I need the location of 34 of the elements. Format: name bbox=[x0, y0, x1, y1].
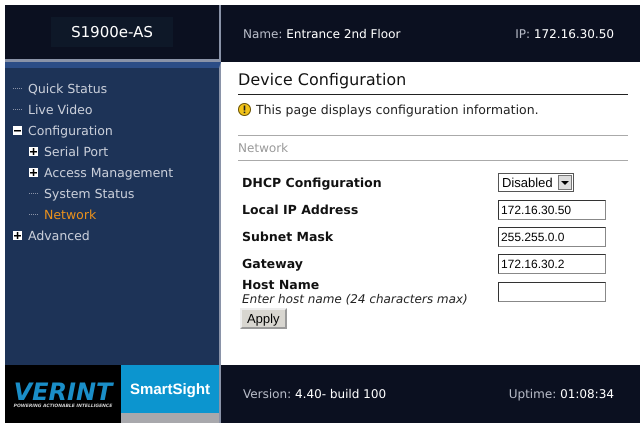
text-field[interactable]: 255.255.0.0 bbox=[498, 226, 606, 246]
info-text: This page displays configuration information. bbox=[256, 102, 539, 117]
nav-item[interactable]: Network bbox=[44, 207, 96, 222]
text-field[interactable] bbox=[498, 282, 606, 302]
nav-item[interactable]: System Status bbox=[44, 186, 134, 201]
text-field[interactable]: 172.16.30.50 bbox=[498, 200, 606, 220]
expand-icon[interactable] bbox=[13, 231, 22, 240]
device-name: S1900e-AS bbox=[51, 17, 173, 47]
expand-icon[interactable] bbox=[29, 168, 38, 177]
nav-item[interactable]: Serial Port bbox=[44, 144, 108, 159]
dropdown[interactable]: Disabled bbox=[498, 173, 574, 192]
device-name-info: Name: Entrance 2nd Floor bbox=[243, 26, 400, 40]
field-label: Gateway bbox=[242, 256, 303, 271]
collapse-icon[interactable] bbox=[13, 126, 22, 135]
text-field[interactable]: 172.16.30.2 bbox=[498, 254, 606, 274]
version-info: Version: 4.40- build 100 bbox=[243, 387, 386, 401]
nav-item[interactable]: Quick Status bbox=[28, 81, 108, 96]
field-label: Host Name bbox=[242, 277, 320, 292]
field-label: Local IP Address bbox=[242, 202, 358, 217]
uptime-info: Uptime: 01:08:34 bbox=[508, 387, 614, 401]
expand-icon[interactable] bbox=[29, 147, 38, 156]
section-header: Network bbox=[238, 135, 628, 161]
nav-item[interactable]: Configuration bbox=[28, 123, 113, 138]
page-title: Device Configuration bbox=[238, 70, 628, 95]
nav-item[interactable]: Live Video bbox=[28, 102, 93, 117]
nav-item[interactable]: Access Management bbox=[44, 165, 174, 180]
apply-button[interactable]: Apply bbox=[240, 308, 287, 329]
product-logo: SmartSight bbox=[121, 365, 219, 413]
field-label: Subnet Mask bbox=[242, 229, 334, 244]
ip-info: IP: 172.16.30.50 bbox=[515, 26, 614, 40]
field-label: DHCP Configuration bbox=[242, 175, 382, 190]
warning-icon bbox=[238, 103, 251, 116]
field-hint: Enter host name (24 characters max) bbox=[242, 292, 468, 306]
nav-item[interactable]: Advanced bbox=[28, 228, 90, 243]
